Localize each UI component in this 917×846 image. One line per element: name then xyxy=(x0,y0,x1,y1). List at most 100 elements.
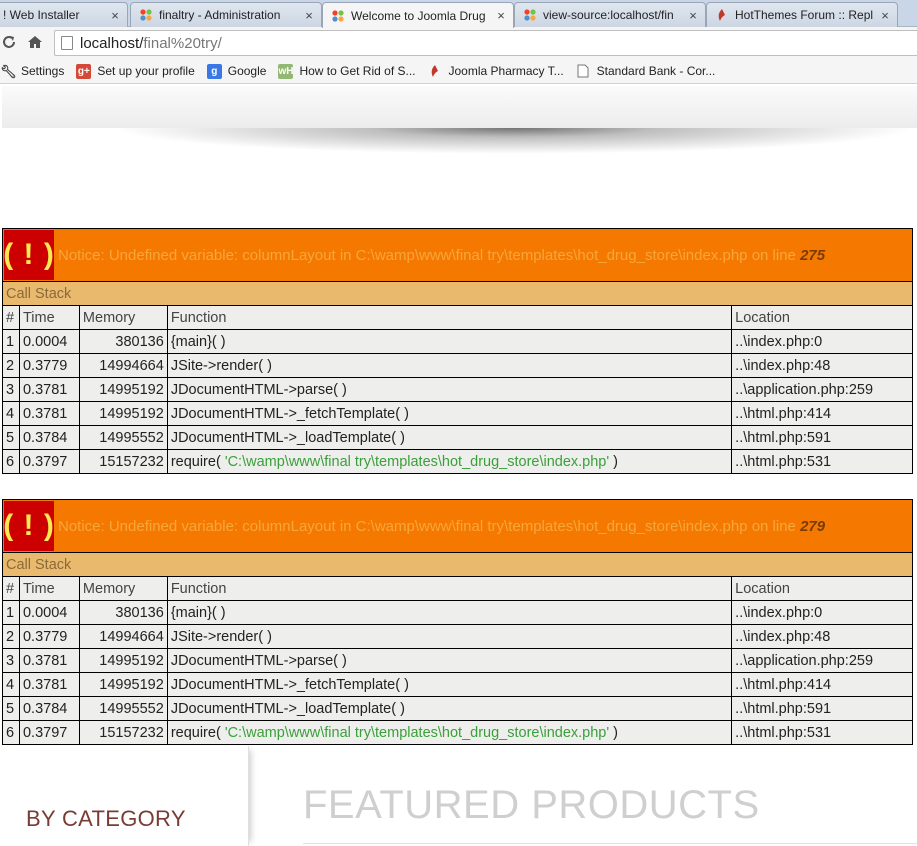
tab-title: Welcome to Joomla Drug xyxy=(351,8,486,23)
tab-web-installer[interactable]: ! Web Installer × xyxy=(0,2,128,27)
row-time: 0.0004 xyxy=(18,329,80,354)
close-icon[interactable]: × xyxy=(687,8,699,23)
close-icon[interactable]: × xyxy=(109,8,121,23)
row-memory: 14995552 xyxy=(78,425,168,450)
notice-row: ( ! ) Notice: Undefined variable: column… xyxy=(2,228,913,282)
row-function: require( 'C:\wamp\www\final try\template… xyxy=(166,449,733,474)
url-host: localhost/ xyxy=(80,34,144,52)
header-bar xyxy=(2,86,917,128)
close-icon[interactable]: × xyxy=(303,8,315,23)
table-row: 2 0.3779 14994664 JSite->render( ) ..\in… xyxy=(2,353,913,378)
row-memory: 14995192 xyxy=(78,648,168,673)
column-headers: # Time Memory Function Location xyxy=(2,576,913,601)
column-header: # xyxy=(2,305,20,330)
row-number: 4 xyxy=(2,401,20,426)
row-function: JDocumentHTML->_fetchTemplate( ) xyxy=(166,672,733,697)
joomla-icon xyxy=(139,8,153,22)
bookmark-label: Standard Bank - Cor... xyxy=(596,64,716,78)
column-header: Memory xyxy=(78,576,168,601)
tab-hotthemes-forum[interactable]: HotThemes Forum :: Repl × xyxy=(706,2,898,27)
tab-welcome-joomla-drug[interactable]: Welcome to Joomla Drug × xyxy=(322,2,514,28)
xdebug-notice-table: ( ! ) Notice: Undefined variable: column… xyxy=(2,228,913,474)
row-location: ..\application.php:259 xyxy=(731,648,913,673)
row-number: 4 xyxy=(2,672,20,697)
address-bar[interactable]: localhost/final%20try/ xyxy=(54,30,917,56)
joomla-icon xyxy=(331,9,345,23)
column-header: Function xyxy=(166,576,733,601)
tab-title: ! Web Installer xyxy=(3,8,80,22)
featured-products-heading: FEATURED PRODUCTS xyxy=(303,783,760,827)
row-memory: 380136 xyxy=(78,600,168,625)
row-number: 3 xyxy=(2,377,20,402)
reload-icon[interactable] xyxy=(0,34,18,52)
row-number: 1 xyxy=(2,329,20,354)
row-time: 0.0004 xyxy=(18,600,80,625)
row-location: ..\html.php:591 xyxy=(731,425,913,450)
row-location: ..\index.php:48 xyxy=(731,353,913,378)
row-function: {main}( ) xyxy=(166,600,733,625)
table-row: 4 0.3781 14995192 JDocumentHTML->_fetchT… xyxy=(2,401,913,426)
bookmarks-bar: 🔧︎ Settings g+ Set up your profile g Goo… xyxy=(0,59,917,84)
column-headers: # Time Memory Function Location xyxy=(2,305,913,330)
file-path: 'C:\wamp\www\final try\templates\hot_dru… xyxy=(224,724,610,741)
row-memory: 14995192 xyxy=(78,672,168,697)
notice-message: Notice: Undefined variable: columnLayout… xyxy=(58,246,826,264)
row-time: 0.3784 xyxy=(18,425,80,450)
row-time: 0.3797 xyxy=(18,449,80,474)
row-memory: 14995552 xyxy=(78,696,168,721)
row-location: ..\html.php:591 xyxy=(731,696,913,721)
row-function: JDocumentHTML->_loadTemplate( ) xyxy=(166,696,733,721)
bookmark-set-up-profile[interactable]: g+ Set up your profile xyxy=(70,60,200,82)
row-function: require( 'C:\wamp\www\final try\template… xyxy=(166,720,733,745)
row-number: 5 xyxy=(2,696,20,721)
call-stack-header: Call Stack xyxy=(2,281,913,306)
close-icon[interactable]: × xyxy=(495,8,507,23)
row-memory: 15157232 xyxy=(78,449,168,474)
row-memory: 14994664 xyxy=(78,353,168,378)
row-number: 5 xyxy=(2,425,20,450)
bookmark-how-to-get-rid[interactable]: wH How to Get Rid of S... xyxy=(272,60,421,82)
row-function: JSite->render( ) xyxy=(166,624,733,649)
google-plus-icon: g+ xyxy=(76,63,92,79)
row-function: JDocumentHTML->parse( ) xyxy=(166,648,733,673)
page-header xyxy=(0,84,917,159)
bookmark-label: How to Get Rid of S... xyxy=(299,64,416,78)
page-icon xyxy=(61,36,73,50)
row-location: ..\index.php:0 xyxy=(731,600,913,625)
row-function: JDocumentHTML->_fetchTemplate( ) xyxy=(166,401,733,426)
column-header: Memory xyxy=(78,305,168,330)
tab-view-source[interactable]: view-source:localhost/fin × xyxy=(514,2,706,27)
url-path: final%20try/ xyxy=(143,34,222,52)
table-row: 1 0.0004 380136 {main}( ) ..\index.php:0 xyxy=(2,600,913,625)
row-memory: 14994664 xyxy=(78,624,168,649)
row-location: ..\html.php:531 xyxy=(731,449,913,474)
row-function: {main}( ) xyxy=(166,329,733,354)
bookmark-joomla-pharmacy[interactable]: Joomla Pharmacy T... xyxy=(422,60,570,82)
bookmark-standard-bank[interactable]: Standard Bank - Cor... xyxy=(570,60,722,82)
tab-strip: ! Web Installer × finaltry - Administrat… xyxy=(0,0,917,28)
bookmark-google[interactable]: g Google xyxy=(201,60,273,82)
tab-title: finaltry - Administration xyxy=(159,8,281,22)
notice-message: Notice: Undefined variable: columnLayout… xyxy=(58,517,826,535)
home-icon[interactable] xyxy=(26,34,44,52)
tab-finaltry-administration[interactable]: finaltry - Administration × xyxy=(130,2,322,27)
row-memory: 15157232 xyxy=(78,720,168,745)
bookmark-settings[interactable]: 🔧︎ Settings xyxy=(0,60,70,82)
row-memory: 14995192 xyxy=(78,401,168,426)
row-number: 3 xyxy=(2,648,20,673)
row-time: 0.3781 xyxy=(18,377,80,402)
row-function: JDocumentHTML->_loadTemplate( ) xyxy=(166,425,733,450)
table-row: 6 0.3797 15157232 require( 'C:\wamp\www\… xyxy=(2,720,913,745)
hotthemes-icon xyxy=(428,64,443,79)
wikihow-icon: wH xyxy=(278,63,294,79)
row-location: ..\html.php:414 xyxy=(731,401,913,426)
table-row: 3 0.3781 14995192 JDocumentHTML->parse( … xyxy=(2,648,913,673)
row-function: JSite->render( ) xyxy=(166,353,733,378)
browser-toolbar: localhost/final%20try/ xyxy=(0,27,917,59)
close-icon[interactable]: × xyxy=(879,8,891,23)
wrench-icon: 🔧︎ xyxy=(0,63,17,79)
row-location: ..\html.php:531 xyxy=(731,720,913,745)
warning-icon: ( ! ) xyxy=(3,230,54,280)
xdebug-notice-table: ( ! ) Notice: Undefined variable: column… xyxy=(2,499,913,745)
bookmark-label: Settings xyxy=(21,64,65,78)
